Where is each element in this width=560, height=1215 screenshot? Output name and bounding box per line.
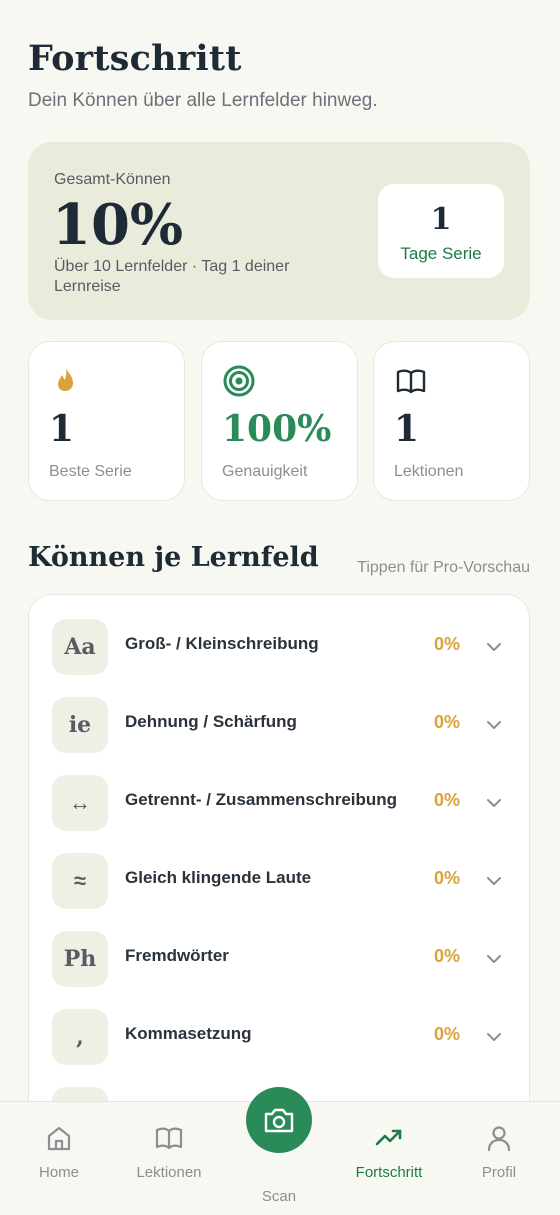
- page-subtitle: Dein Können über alle Lernfelder hinweg.: [28, 90, 378, 111]
- skill-percent: 0%: [434, 946, 461, 966]
- skill-name: Kommasetzung: [125, 1024, 252, 1043]
- chevron-down-icon[interactable]: [484, 793, 504, 813]
- skill-row-similar-sounds[interactable]: ≈ Gleich klingende Laute 0%: [29, 853, 529, 909]
- scan-button[interactable]: [246, 1087, 312, 1153]
- book-open-icon: [396, 369, 426, 394]
- nav-progress[interactable]: Fortschritt: [334, 1102, 444, 1202]
- bottom-nav: Home Lektionen Scan Fortschritt Profil: [0, 1087, 560, 1215]
- skill-name: Dehnung / Schärfung: [125, 712, 297, 731]
- skill-percent: 0%: [434, 712, 461, 732]
- stat-label: Beste Serie: [49, 463, 132, 480]
- nav-label: Fortschritt: [355, 1164, 423, 1181]
- flame-icon: [58, 368, 73, 391]
- stat-value: 1: [49, 408, 75, 450]
- skill-badge: ie: [52, 697, 108, 753]
- chevron-down-icon[interactable]: [484, 637, 504, 657]
- camera-icon: [264, 1108, 294, 1133]
- skill-badge: ,: [52, 1009, 108, 1065]
- skill-row-capitalization[interactable]: Aa Groß- / Kleinschreibung 0%: [29, 619, 529, 675]
- skill-row-compound-spelling[interactable]: ↔ Getrennt- / Zusammenschreibung 0%: [29, 775, 529, 831]
- stat-card-lessons: 1 Lektionen: [373, 341, 530, 501]
- skill-badge: Aa: [52, 619, 108, 675]
- overall-skill-card: Gesamt-Können 10% Über 10 Lernfelder · T…: [28, 142, 530, 320]
- nav-profile[interactable]: Profil: [444, 1102, 554, 1202]
- skill-row-vowel-length[interactable]: ie Dehnung / Schärfung 0%: [29, 697, 529, 753]
- chevron-down-icon[interactable]: [484, 1027, 504, 1047]
- skill-name: Groß- / Kleinschreibung: [125, 634, 319, 653]
- user-icon: [487, 1126, 511, 1152]
- section-hint: Tippen für Pro-Vorschau: [357, 559, 530, 576]
- nav-lessons[interactable]: Lektionen: [114, 1102, 224, 1202]
- overall-detail: Über 10 Lernfelder · Tag 1 deiner Lernre…: [54, 258, 290, 295]
- section-title: Können je Lernfeld: [28, 542, 319, 573]
- target-icon: [223, 365, 255, 397]
- stat-label: Lektionen: [394, 463, 464, 480]
- skill-name: Fremdwörter: [125, 946, 229, 965]
- skills-list: Aa Groß- / Kleinschreibung 0% ie Dehnung…: [28, 594, 530, 1154]
- stat-card-accuracy: 100% Genauigkeit: [201, 341, 358, 501]
- skill-percent: 0%: [434, 868, 461, 888]
- overall-label: Gesamt-Können: [54, 171, 171, 188]
- skill-badge: Ph: [52, 931, 108, 987]
- skill-name: Getrennt- / Zusammenschreibung: [125, 790, 398, 809]
- skill-percent: 0%: [434, 1024, 461, 1044]
- skill-badge: ↔: [52, 775, 108, 831]
- book-open-icon: [155, 1127, 183, 1150]
- home-icon: [47, 1126, 71, 1151]
- skill-percent: 0%: [434, 634, 461, 654]
- stat-label: Genauigkeit: [222, 463, 308, 480]
- skill-name: Gleich klingende Laute: [125, 868, 312, 887]
- stat-card-best-streak: 1 Beste Serie: [28, 341, 185, 501]
- skill-row-comma[interactable]: , Kommasetzung 0%: [29, 1009, 529, 1065]
- nav-label: Lektionen: [136, 1164, 202, 1181]
- trending-up-icon: [375, 1129, 402, 1146]
- skill-row-foreign-words[interactable]: Ph Fremdwörter 0%: [29, 931, 529, 987]
- overall-value: 10%: [52, 192, 184, 258]
- skill-badge: ≈: [52, 853, 108, 909]
- streak-label: Tage Serie: [400, 244, 482, 263]
- chevron-down-icon[interactable]: [484, 871, 504, 891]
- nav-label: Home: [38, 1164, 79, 1181]
- nav-home[interactable]: Home: [4, 1102, 114, 1202]
- skill-percent: 0%: [434, 790, 461, 810]
- streak-value: 1: [430, 202, 452, 237]
- chevron-down-icon[interactable]: [484, 949, 504, 969]
- streak-box: 1 Tage Serie: [378, 184, 504, 278]
- stat-value: 1: [394, 408, 420, 450]
- page-title: Fortschritt: [28, 38, 242, 79]
- stat-value: 100%: [222, 408, 332, 450]
- scan-label: Scan: [261, 1188, 297, 1205]
- chevron-down-icon[interactable]: [484, 715, 504, 735]
- nav-label: Profil: [481, 1164, 517, 1181]
